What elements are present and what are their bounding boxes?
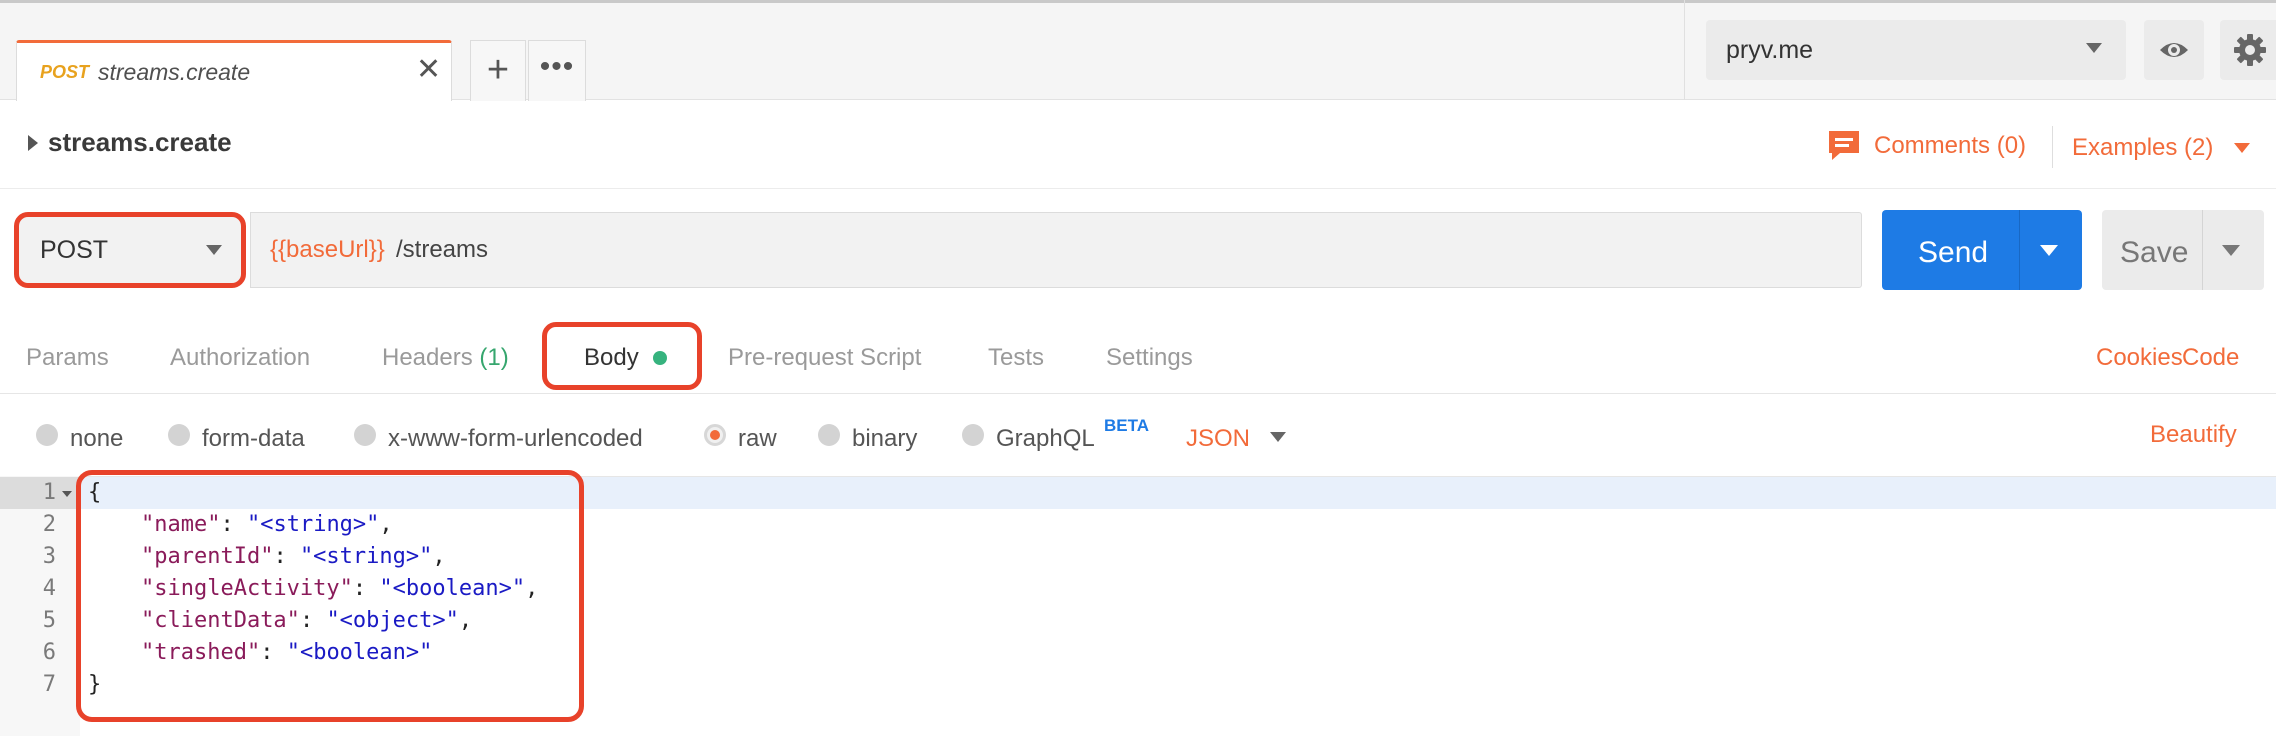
environment-selected-label: pryv.me <box>1726 36 1814 64</box>
line-number: 6 <box>42 640 56 665</box>
radio-form-data-label[interactable]: form-data <box>202 425 305 453</box>
method-selected-label: POST <box>40 236 109 264</box>
url-variable: {{baseUrl}} <box>270 236 385 263</box>
url-input[interactable] <box>250 212 1862 288</box>
chevron-down-icon[interactable] <box>2234 143 2250 153</box>
line-number: 5 <box>42 608 56 633</box>
line-number: 2 <box>42 512 56 537</box>
send-button-label: Send <box>1918 236 1989 269</box>
chevron-down-icon[interactable] <box>1270 432 1286 442</box>
divider <box>2202 210 2203 290</box>
caret-right-icon[interactable] <box>28 135 38 151</box>
url-path-text: /streams <box>396 236 489 263</box>
save-options-chevron-icon[interactable] <box>2222 245 2240 256</box>
fold-icon[interactable] <box>62 491 72 497</box>
tab-request-name: streams.create <box>98 59 251 85</box>
line-number: 4 <box>42 576 56 601</box>
highlight-annotation-box <box>76 470 584 722</box>
beta-badge: BETA <box>1104 416 1150 435</box>
tab-tests[interactable]: Tests <box>988 344 1044 372</box>
divider <box>0 393 2276 394</box>
divider <box>1684 0 1685 100</box>
chevron-down-icon <box>206 245 222 255</box>
new-tab-button[interactable]: + <box>470 40 526 101</box>
environment-settings-button[interactable] <box>2220 20 2276 80</box>
close-tab-icon[interactable]: ✕ <box>416 55 441 85</box>
radio-graphql-label[interactable]: GraphQL <box>996 425 1095 453</box>
comments-link[interactable]: Comments (0) <box>1874 132 2026 160</box>
radio-raw-label[interactable]: raw <box>738 425 777 453</box>
more-tabs-icon[interactable]: ••• <box>528 40 586 101</box>
tab-headers[interactable]: Headers (1) <box>382 344 509 372</box>
gear-icon <box>2234 34 2266 66</box>
divider <box>2019 210 2020 290</box>
divider <box>2052 126 2053 168</box>
tab-prerequest-script[interactable]: Pre-request Script <box>728 344 921 372</box>
tab-params[interactable]: Params <box>26 344 109 372</box>
save-button-label: Save <box>2120 236 2189 269</box>
line-number: 1 <box>42 480 56 505</box>
window-top-border <box>0 0 2276 3</box>
code-link[interactable]: Code <box>2182 344 2239 372</box>
radio-graphql[interactable] <box>962 424 984 446</box>
tab-headers-label: Headers <box>382 344 473 371</box>
divider <box>0 188 2276 189</box>
radio-urlencoded-label[interactable]: x-www-form-urlencoded <box>388 425 643 453</box>
send-options-chevron-icon[interactable] <box>2040 245 2058 256</box>
eye-icon <box>2160 43 2188 57</box>
radio-binary[interactable] <box>818 424 840 446</box>
body-status-dot <box>653 351 667 365</box>
chevron-down-icon <box>2086 43 2102 53</box>
radio-none[interactable] <box>36 424 58 446</box>
body-format-select[interactable]: JSON <box>1186 425 1250 453</box>
radio-none-label[interactable]: none <box>70 425 123 453</box>
line-number: 7 <box>42 672 56 697</box>
environment-quick-look-button[interactable] <box>2144 20 2204 80</box>
tab-authorization[interactable]: Authorization <box>170 344 310 372</box>
radio-urlencoded[interactable] <box>354 424 376 446</box>
radio-binary-label[interactable]: binary <box>852 425 917 453</box>
examples-dropdown[interactable]: Examples (2) <box>2072 134 2213 162</box>
headers-count-badge: (1) <box>479 344 509 371</box>
request-name-title[interactable]: streams.create <box>48 127 232 158</box>
line-number: 3 <box>42 544 56 569</box>
radio-form-data[interactable] <box>168 424 190 446</box>
radio-raw[interactable] <box>704 424 726 446</box>
tab-settings[interactable]: Settings <box>1106 344 1193 372</box>
tab-method-label: POST <box>40 62 90 82</box>
comment-icon[interactable] <box>1826 128 1862 169</box>
cookies-link[interactable]: Cookies <box>2096 344 2183 372</box>
tab-body-label: Body <box>584 344 639 371</box>
beautify-link[interactable]: Beautify <box>2150 421 2237 449</box>
